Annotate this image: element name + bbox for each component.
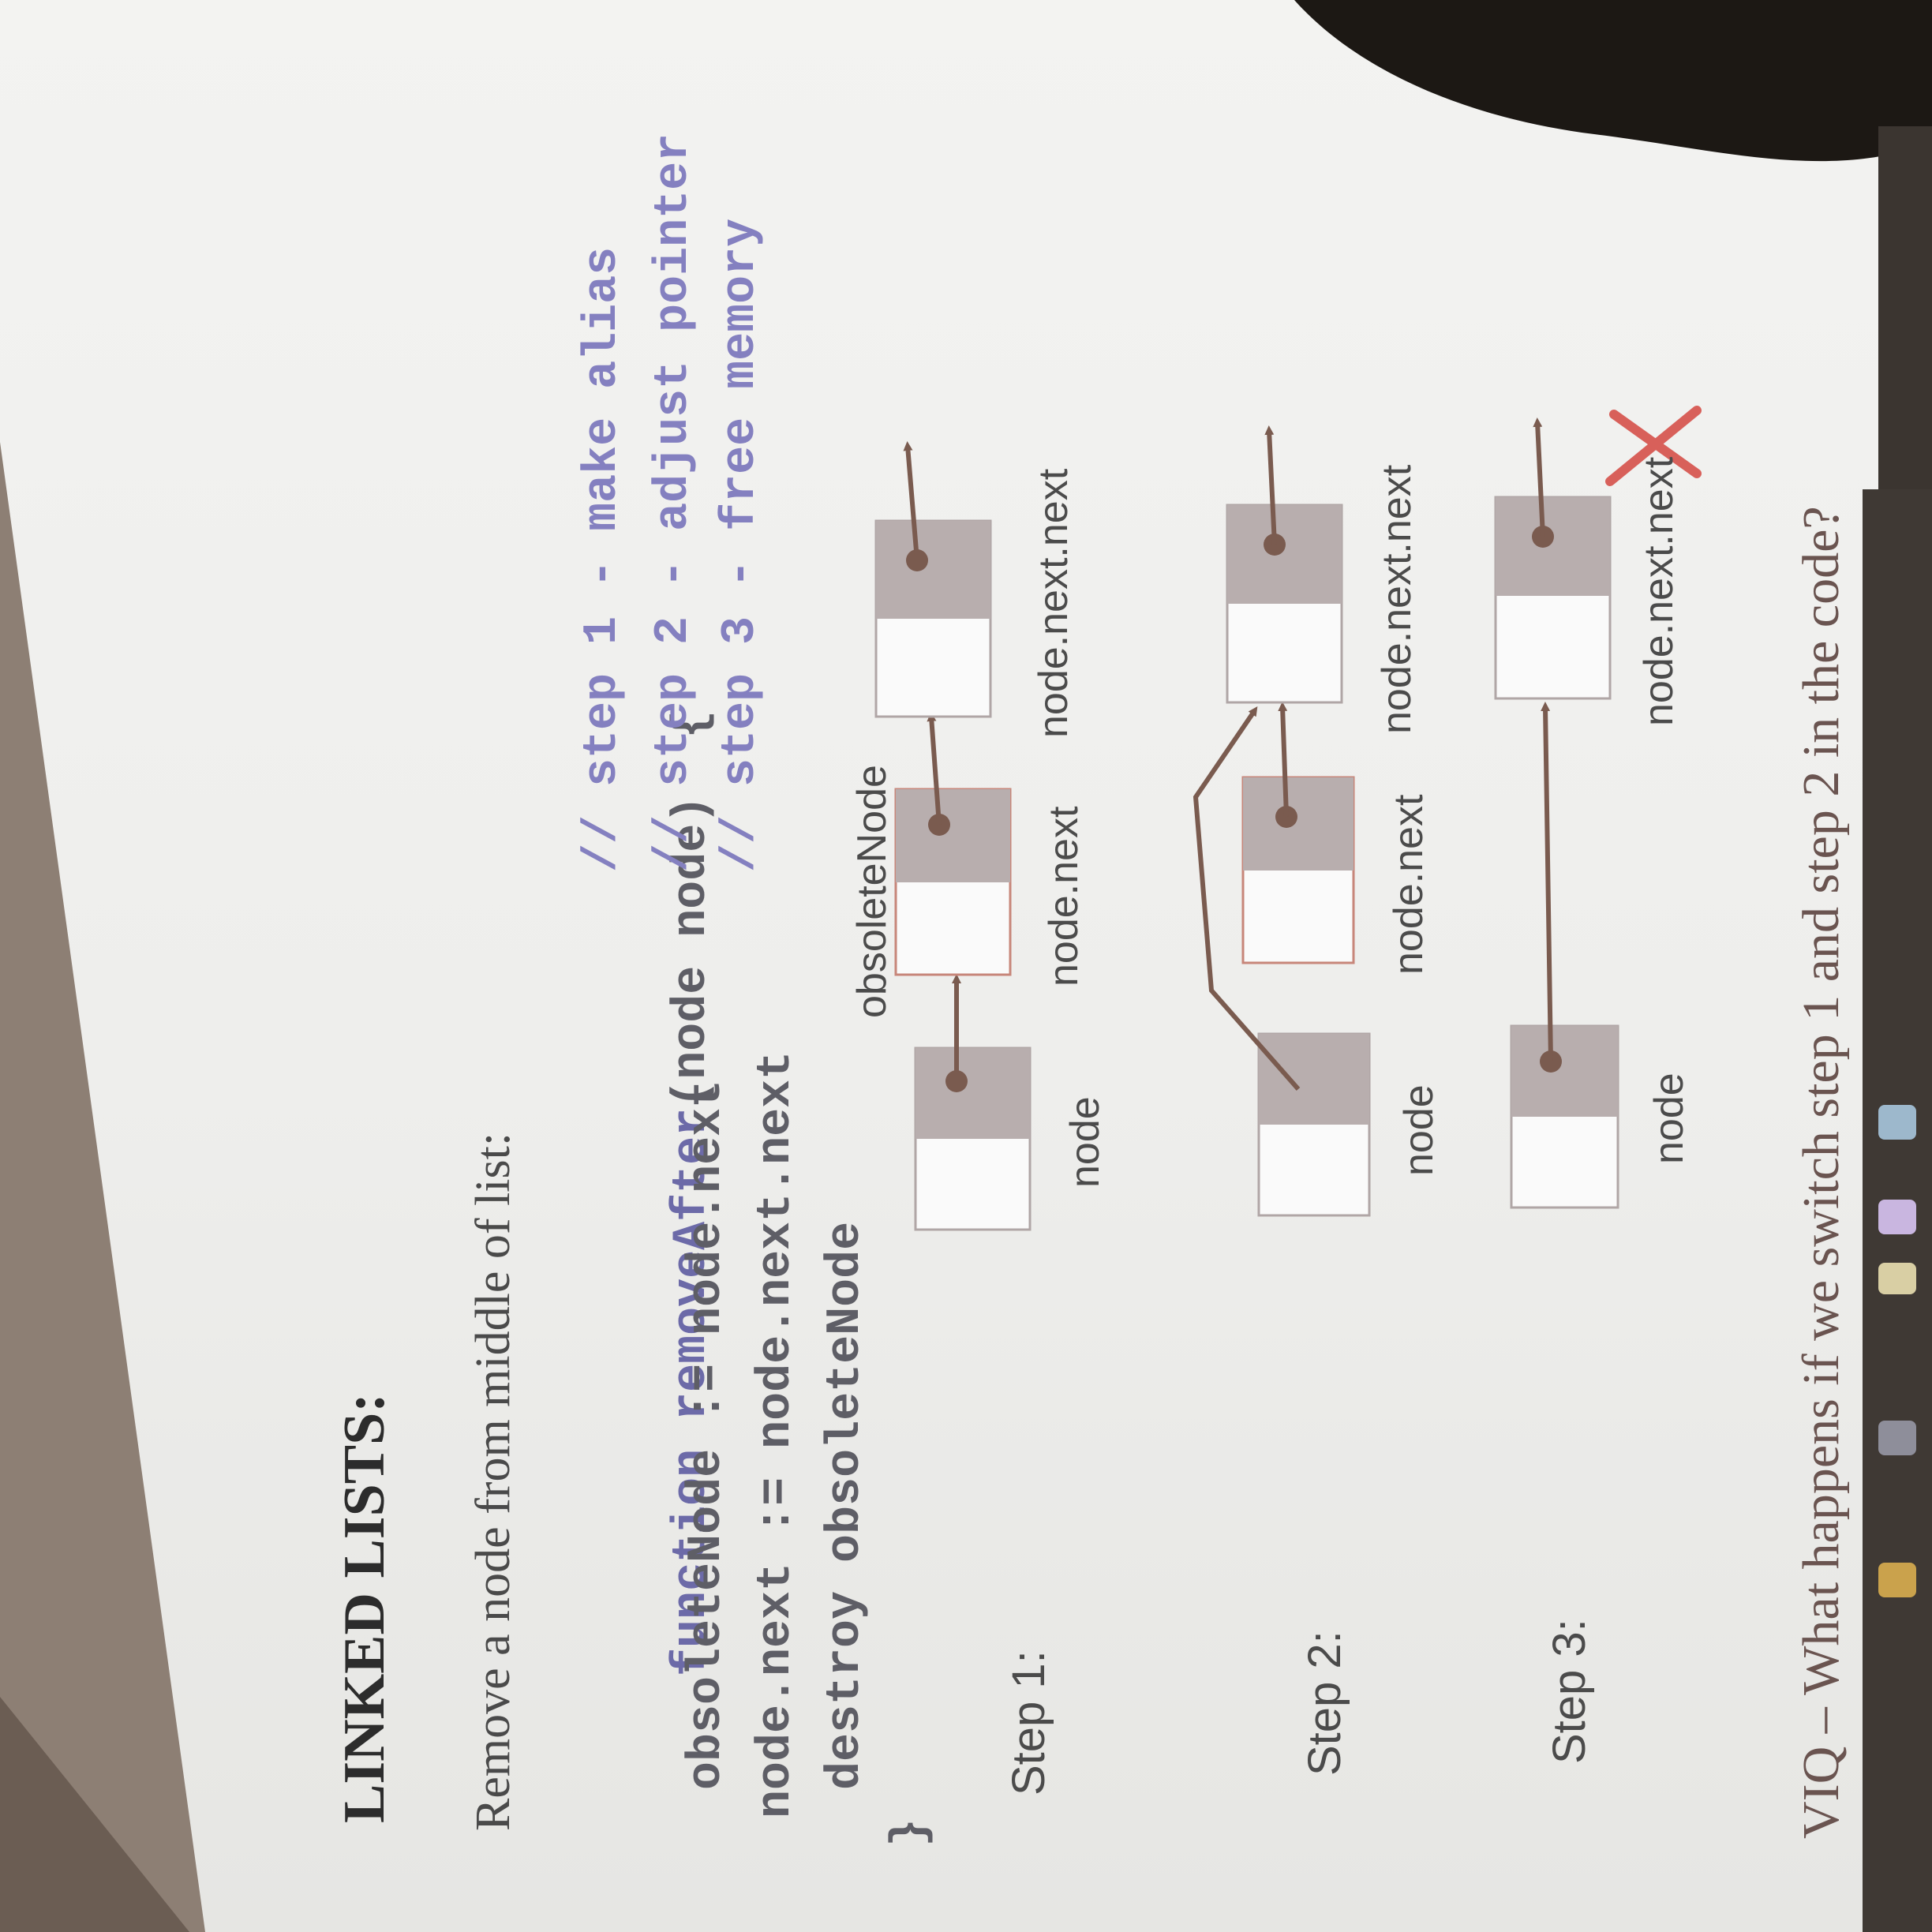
step-2-diagram	[1193, 425, 1371, 1217]
step-1-diagram	[874, 441, 1032, 1231]
step1-node-obsolete	[894, 712, 1012, 976]
app-icon[interactable]	[1878, 1105, 1916, 1140]
step2-node-next-next	[1226, 425, 1343, 704]
step1-node-a	[914, 974, 1032, 1231]
step3-node-a	[1510, 702, 1619, 1209]
step2-label-node-next: node.next	[1386, 794, 1432, 975]
step1-label-node-next-next: node.next.next	[1031, 468, 1076, 738]
step1-label-node: node	[1062, 1096, 1108, 1188]
step3-node-next-next	[1494, 417, 1612, 700]
app-icon[interactable]	[1878, 1200, 1916, 1234]
step1-label-node-next: node.next	[1041, 806, 1087, 987]
slide-content: LINKED LISTS: Remove a node from middle …	[0, 0, 1932, 1932]
projected-slide-photo: LINKED LISTS: Remove a node from middle …	[0, 0, 1932, 1932]
taskbar	[1863, 489, 1932, 1932]
app-icon[interactable]	[1878, 1263, 1916, 1294]
app-icon[interactable]	[1878, 1421, 1916, 1455]
step3-label-node: node	[1646, 1073, 1692, 1164]
app-icon[interactable]	[1878, 1563, 1916, 1597]
viq-question: VIQ – What happens if we switch step 1 a…	[1792, 506, 1850, 1839]
step2-label-node: node	[1396, 1084, 1442, 1176]
step1-label-obsolete-node: obsoleteNode	[849, 765, 895, 1018]
step2-label-node-next-next: node.next.next	[1374, 464, 1420, 734]
step3-label-node-next-next: node.next.next	[1636, 456, 1682, 726]
step2-node-obsolete	[1241, 702, 1355, 964]
step1-node-next-next	[874, 441, 992, 718]
linked-list-diagrams	[874, 406, 1702, 1231]
